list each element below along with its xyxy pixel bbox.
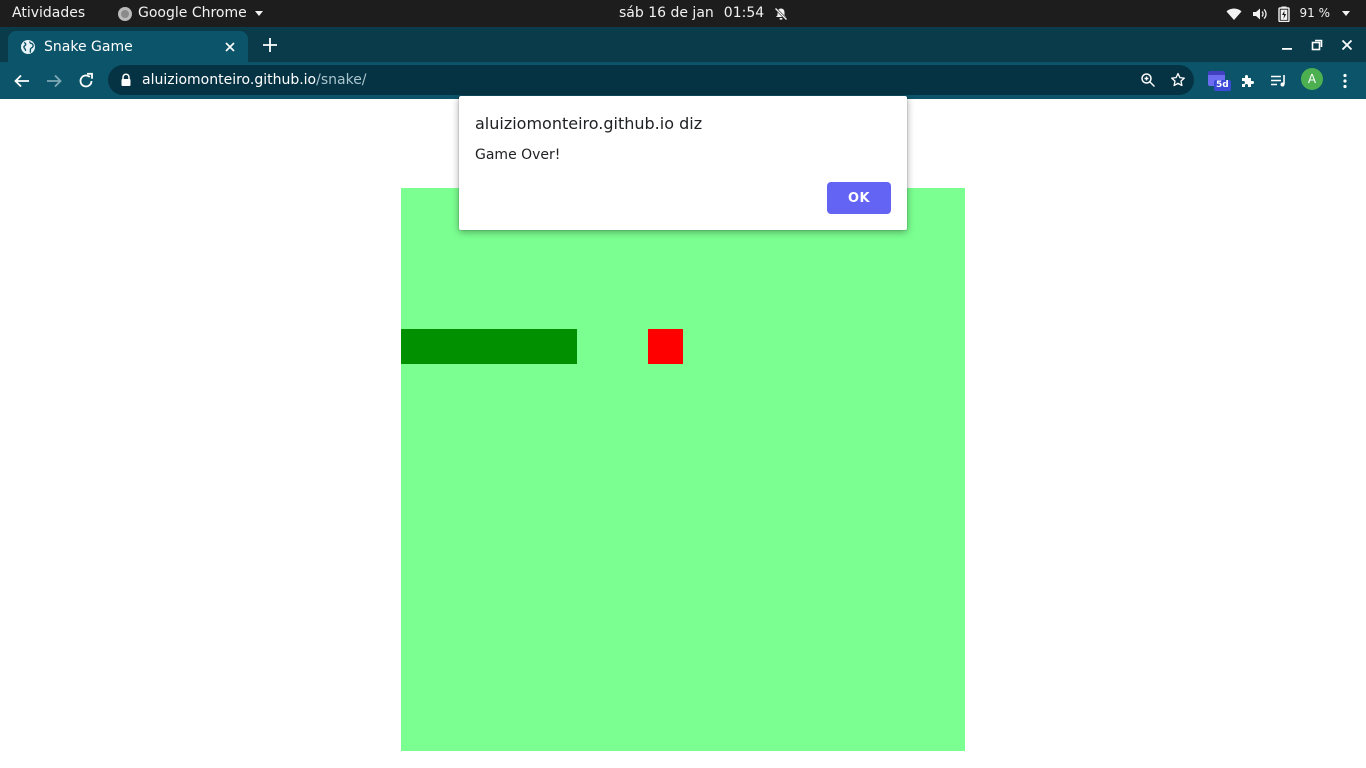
chrome-icon: [118, 6, 132, 21]
lock-icon[interactable]: [120, 73, 132, 87]
forward-arrow-icon: [47, 74, 62, 88]
alert-title: aluiziomonteiro.github.io diz: [475, 114, 703, 133]
activities-button[interactable]: Atividades: [12, 0, 85, 27]
tab-snake-game[interactable]: Snake Game: [8, 31, 248, 62]
close-window-icon[interactable]: [1340, 38, 1354, 52]
clock[interactable]: sáb 16 de jan 01:54: [619, 0, 788, 27]
url-host: aluiziomonteiro.github.io: [142, 72, 317, 88]
playlist-icon: [1271, 75, 1285, 87]
ok-button[interactable]: OK: [827, 182, 891, 214]
restore-icon[interactable]: [1310, 38, 1324, 52]
snake-body: [401, 329, 577, 364]
calendar-extension-button[interactable]: 5d: [1207, 70, 1231, 92]
alert-message: Game Over!: [475, 147, 561, 163]
back-button[interactable]: [11, 70, 33, 92]
notifications-muted-icon: [774, 7, 788, 20]
tab-strip: Snake Game: [0, 27, 1366, 62]
reload-icon: [79, 72, 93, 88]
media-control-button[interactable]: [1268, 70, 1290, 92]
system-menu-arrow-icon: [1342, 11, 1350, 16]
app-menu[interactable]: Google Chrome: [118, 0, 263, 27]
close-tab-icon[interactable]: [222, 39, 238, 55]
window-controls: [1280, 27, 1354, 62]
url-path: /snake/: [316, 72, 367, 88]
omnibox-actions: [1140, 65, 1186, 95]
browser-toolbar: aluiziomonteiro.github.io/snake/: [0, 62, 1366, 99]
wifi-icon: [1226, 8, 1241, 20]
game-board[interactable]: [401, 188, 965, 751]
extension-badge: 5d: [1214, 80, 1231, 91]
system-top-bar: Atividades Google Chrome sáb 16 de jan 0…: [0, 0, 1366, 27]
food-apple: [648, 329, 683, 364]
chrome-menu-button[interactable]: [1334, 70, 1356, 92]
zoom-icon[interactable]: [1140, 72, 1156, 88]
battery-percent: 91 %: [1299, 6, 1331, 20]
clock-time: 01:54: [723, 5, 765, 21]
profile-avatar[interactable]: A: [1301, 68, 1323, 90]
battery-icon: [1277, 6, 1290, 22]
minimize-icon[interactable]: [1280, 38, 1294, 52]
more-vert-icon: [1343, 73, 1347, 89]
volume-icon: [1252, 8, 1267, 19]
bookmark-star-icon[interactable]: [1170, 72, 1186, 88]
app-menu-label: Google Chrome: [138, 5, 247, 21]
dropdown-arrow-icon: [254, 11, 263, 16]
tab-title: Snake Game: [44, 38, 133, 55]
extensions-button[interactable]: [1237, 70, 1259, 92]
forward-button[interactable]: [43, 70, 65, 92]
back-arrow-icon: [14, 74, 29, 88]
alert-dialog: aluiziomonteiro.github.io diz Game Over!…: [459, 96, 907, 230]
address-bar[interactable]: aluiziomonteiro.github.io/snake/: [108, 65, 1194, 95]
clock-date: sáb 16 de jan: [619, 5, 714, 21]
reload-button[interactable]: [75, 70, 97, 92]
new-tab-icon[interactable]: [261, 36, 279, 54]
puzzle-icon: [1242, 75, 1254, 87]
globe-icon: [21, 39, 35, 54]
system-tray[interactable]: 91 %: [1226, 0, 1350, 27]
